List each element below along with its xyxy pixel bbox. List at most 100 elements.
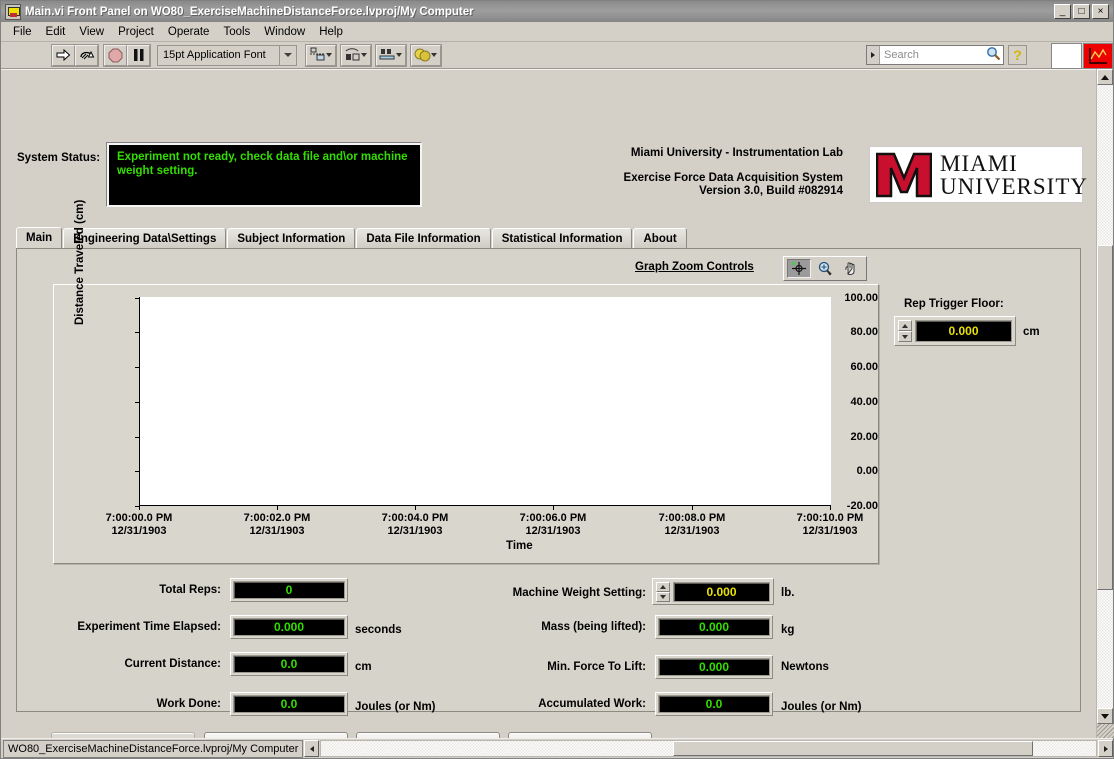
rep-trigger-floor-unit: cm [1023, 326, 1040, 338]
tab-statistical-information[interactable]: Statistical Information [491, 228, 633, 249]
run-continuously-icon [79, 50, 94, 60]
toolbar-graph-indicator[interactable] [1083, 43, 1113, 69]
current-distance-indicator: 0.0 [230, 652, 348, 676]
x-tick-time: 7:00:06.0 PM [519, 512, 587, 524]
scroll-down-button[interactable] [1097, 708, 1113, 724]
tab-main[interactable]: Main [16, 227, 63, 249]
resize-grip[interactable] [1097, 724, 1114, 738]
status-bar: WO80_ExerciseMachineDistanceForce.lvproj… [1, 738, 1113, 758]
lab-title: Miami University - Instrumentation Lab [630, 147, 843, 159]
run-button[interactable] [52, 44, 75, 66]
zero-out-distance-button[interactable]: Zero Out Distance [356, 732, 500, 738]
menu-item-window[interactable]: Window [257, 24, 312, 40]
machine-weight-setting-value[interactable]: 0.000 [673, 581, 770, 602]
stepper-decrement-button[interactable] [656, 591, 670, 602]
triangle-up-icon [902, 323, 908, 328]
scroll-thumb[interactable] [1097, 245, 1113, 590]
distribute-objects-button[interactable] [341, 44, 371, 66]
stepper-increment-button[interactable] [898, 320, 912, 331]
minimize-button[interactable]: _ [1054, 4, 1071, 19]
stop-button[interactable]: Stop [204, 732, 348, 738]
experiment-time-elapsed-label: Experiment Time Elapsed: [77, 621, 221, 633]
project-path-label: WO80_ExerciseMachineDistanceForce.lvproj… [3, 739, 304, 758]
tab-engineering-data-settings[interactable]: Engineering Data\Settings [63, 228, 227, 249]
scroll-track-lower[interactable] [1097, 590, 1113, 708]
tab-strip: Main Engineering Data\Settings Subject I… [16, 227, 1081, 249]
stepper-decrement-button[interactable] [898, 331, 912, 342]
menu-item-tools[interactable]: Tools [216, 24, 257, 40]
x-tick-mark [553, 506, 554, 510]
tab-data-file-information[interactable]: Data File Information [356, 228, 491, 249]
search-input[interactable]: Search [866, 45, 1004, 65]
refresh-graph-time-scale-button[interactable]: Refresh Graph Time Scale [508, 732, 652, 738]
logo-line-1: MIAMI [940, 150, 1018, 176]
menu-item-help[interactable]: Help [312, 24, 350, 40]
stepper-increment-button[interactable] [656, 581, 670, 592]
tab-subject-information[interactable]: Subject Information [227, 228, 356, 249]
experiment-time-elapsed-unit: seconds [355, 624, 402, 636]
x-tick-time: 7:00:04.0 PM [381, 512, 449, 524]
reorder-objects-group [410, 43, 442, 67]
system-title: Exercise Force Data Acquisition System V… [624, 172, 843, 198]
distribute-objects-group [340, 43, 372, 67]
context-help-button[interactable]: ? [1008, 45, 1027, 65]
machine-weight-setting-control[interactable]: 0.000 [652, 578, 774, 605]
resize-objects-icon [379, 49, 402, 60]
mass-being-lifted-unit: kg [781, 624, 795, 636]
total-reps-label: Total Reps: [159, 584, 221, 596]
rep-trigger-floor-control[interactable]: 0.000 [894, 316, 1016, 346]
menu-item-project[interactable]: Project [111, 24, 161, 40]
menu-item-operate[interactable]: Operate [161, 24, 217, 40]
x-tick-time: 7:00:00.0 PM [105, 512, 173, 524]
abort-execution-button[interactable] [104, 44, 127, 66]
triangle-up-icon [660, 584, 666, 589]
horizontal-scrollbar-track[interactable] [320, 740, 1097, 757]
x-tick-mark [415, 506, 416, 510]
distribute-objects-icon [345, 48, 367, 61]
pause-button[interactable] [127, 44, 150, 66]
x-tick-time: 7:00:02.0 PM [243, 512, 311, 524]
font-selector[interactable]: 15pt Application Font [157, 44, 297, 66]
menu-item-file[interactable]: File [6, 24, 39, 40]
cursor-crosshair-icon[interactable] [787, 259, 811, 278]
vertical-scrollbar[interactable] [1096, 69, 1114, 738]
hand-icon [845, 262, 855, 276]
machine-weight-stepper[interactable] [656, 581, 670, 602]
start-button[interactable]: Start [51, 732, 195, 738]
pan-hand-icon[interactable] [839, 259, 863, 278]
reorder-objects-button[interactable] [411, 44, 441, 66]
rep-trigger-floor-value[interactable]: 0.000 [915, 320, 1012, 342]
hscroll-left-button[interactable] [304, 740, 320, 757]
accumulated-work-unit: Joules (or Nm) [781, 701, 862, 713]
distance-traveled-graph[interactable]: Distance Traveled (cm) 100.00 80.00 60.0… [53, 200, 879, 564]
graph-plot-area[interactable] [139, 297, 831, 506]
reorder-objects-icon [414, 48, 437, 62]
zoom-magnifier-icon[interactable] [813, 259, 837, 278]
resize-objects-button[interactable] [376, 44, 406, 66]
run-continuously-button[interactable] [75, 44, 98, 66]
x-tick-label: 7:00:00.0 PM 12/31/1903 [106, 512, 173, 538]
min-force-to-lift-indicator: 0.000 [655, 655, 773, 679]
mass-being-lifted-value: 0.000 [658, 618, 770, 636]
menu-item-edit[interactable]: Edit [39, 24, 73, 40]
x-tick-mark [277, 506, 278, 510]
chevron-down-icon [284, 53, 292, 57]
scroll-up-button[interactable] [1097, 69, 1113, 85]
logo-wordmark: MIAMI UNIVERSITY [940, 152, 1088, 198]
scroll-track-upper[interactable] [1097, 85, 1113, 245]
crosshair-icon [790, 261, 808, 276]
hscroll-right-button[interactable] [1098, 740, 1113, 757]
horizontal-scroll-thumb[interactable] [673, 741, 1034, 756]
total-reps-value: 0 [233, 581, 345, 599]
tab-about[interactable]: About [633, 228, 687, 249]
version-line: Version 3.0, Build #082914 [699, 185, 843, 197]
rep-trigger-floor-stepper[interactable] [898, 320, 912, 342]
system-status-text: Experiment not ready, check data file an… [117, 151, 408, 177]
maximize-button[interactable]: □ [1073, 4, 1090, 19]
menu-item-view[interactable]: View [72, 24, 111, 40]
search-dropdown-arrow[interactable] [867, 46, 880, 64]
font-selector-dropdown-arrow[interactable] [279, 45, 296, 65]
close-button[interactable]: × [1092, 4, 1109, 19]
align-objects-button[interactable] [306, 44, 336, 66]
total-reps-indicator: 0 [230, 578, 348, 602]
